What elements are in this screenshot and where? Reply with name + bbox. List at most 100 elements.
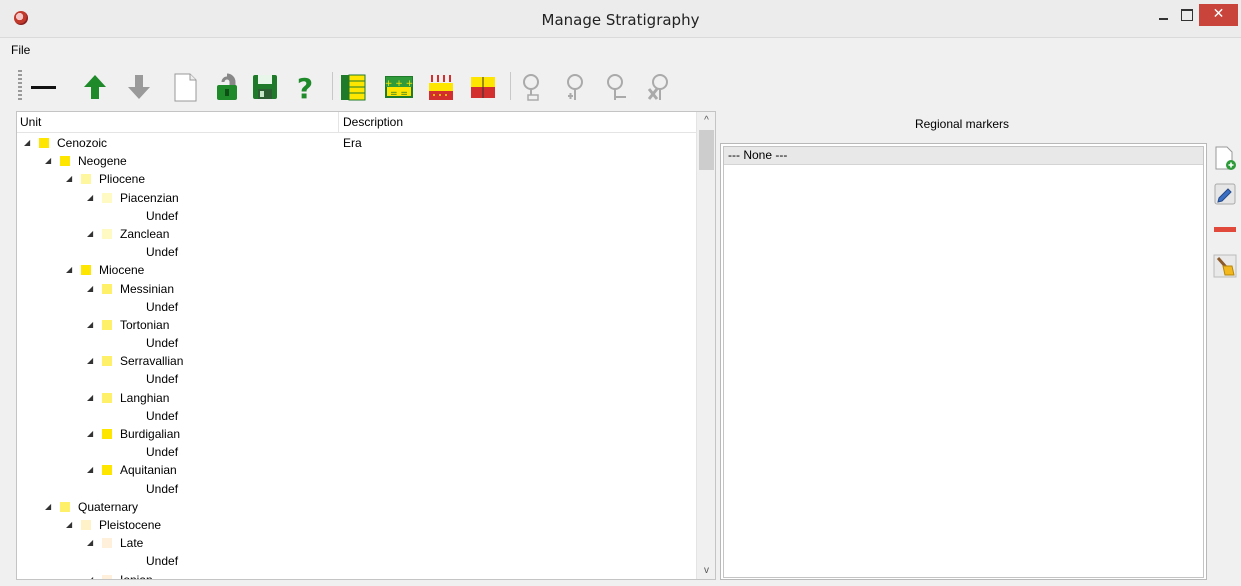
new-button[interactable] <box>170 71 200 103</box>
clear-markers-icon <box>1213 254 1237 278</box>
expand-toggle-icon[interactable]: ◢ <box>87 320 93 329</box>
unit-label: Late <box>120 536 144 551</box>
split-layer-button[interactable] <box>468 71 498 103</box>
unit-label: Ionian <box>120 572 153 580</box>
tree-row[interactable]: ◢ Piacenzian <box>17 189 696 207</box>
toolbar-separator <box>510 72 511 100</box>
expand-toggle-icon[interactable]: ◢ <box>66 520 72 529</box>
scroll-up-arrow[interactable]: ^ <box>697 112 715 129</box>
regional-markers-list[interactable]: --- None --- <box>723 146 1204 578</box>
move-up-button[interactable] <box>80 71 110 103</box>
svg-text:?: ? <box>297 72 313 103</box>
move-down-button[interactable] <box>124 71 154 103</box>
tree-row[interactable]: ◢ Quaternary <box>17 498 696 516</box>
marker-add-icon <box>567 74 583 100</box>
list-item[interactable]: --- None --- <box>724 147 1203 165</box>
tree-row[interactable]: ◢ Ionian <box>17 571 696 580</box>
tree-row[interactable]: ◢ Aquitanian <box>17 461 696 479</box>
expand-toggle-icon[interactable]: ◢ <box>87 575 93 580</box>
save-button[interactable] <box>250 71 280 103</box>
expand-toggle-icon[interactable]: ◢ <box>66 174 72 183</box>
tree-row[interactable]: ◢ Messinian <box>17 280 696 298</box>
unit-color-swatch <box>60 501 70 512</box>
add-marker-button[interactable] <box>1212 145 1238 171</box>
marker-button[interactable] <box>518 71 548 103</box>
tree-row[interactable]: ◢ Tortonian <box>17 316 696 334</box>
color-column-button[interactable] <box>338 71 368 103</box>
unit-color-swatch <box>102 319 112 330</box>
expand-toggle-icon[interactable]: ◢ <box>45 156 51 165</box>
tree-row[interactable]: ◢ Late <box>17 534 696 552</box>
regional-markers-panel: --- None --- <box>720 143 1207 580</box>
title-bar: Manage Stratigraphy ✕ <box>0 0 1241 38</box>
unit-color-swatch <box>81 265 91 276</box>
tree-scrollbar[interactable]: ^ v <box>696 112 715 579</box>
expand-toggle-icon[interactable]: ◢ <box>87 193 93 202</box>
regional-markers-title: Regional markers <box>914 117 1010 131</box>
expand-toggle-icon[interactable]: ◢ <box>45 502 51 511</box>
tree-row[interactable]: ◢ Zanclean <box>17 225 696 243</box>
menu-file[interactable]: File <box>11 43 30 57</box>
tree-row[interactable]: ◢ Miocene <box>17 261 696 279</box>
line-button[interactable] <box>28 71 58 103</box>
stratigraphy-tree: ◢ Cenozoic Era ◢ Neogene ◢ Pliocene ◢ Piacenzian… <box>17 134 696 580</box>
tree-row[interactable]: Undef <box>17 552 696 570</box>
unit-label: Undef <box>146 372 179 387</box>
marker-remove-button[interactable] <box>602 71 632 103</box>
marker-icon <box>523 74 539 101</box>
line-icon <box>31 86 56 89</box>
tree-row[interactable]: Undef <box>17 443 696 461</box>
unit-label: Pleistocene <box>99 517 162 532</box>
toolbar-grip[interactable] <box>18 70 22 102</box>
tree-row[interactable]: ◢ Neogene <box>17 152 696 170</box>
clear-markers-button[interactable] <box>1212 253 1238 279</box>
column-header-unit[interactable]: Unit <box>17 112 339 133</box>
expand-toggle-icon[interactable]: ◢ <box>24 138 30 147</box>
marker-delete-button[interactable] <box>644 71 674 103</box>
tree-row[interactable]: Undef <box>17 407 696 425</box>
tree-row[interactable]: Undef <box>17 480 696 498</box>
unit-color-swatch <box>39 138 49 148</box>
split-layer-icon <box>471 77 495 98</box>
maximize-button[interactable] <box>1176 4 1198 26</box>
expand-toggle-icon[interactable]: ◢ <box>87 284 93 293</box>
pattern-layers-button[interactable] <box>426 71 456 103</box>
unit-color-swatch <box>102 356 112 367</box>
minimize-button[interactable] <box>1153 4 1175 26</box>
unit-label: Pliocene <box>99 172 146 187</box>
expand-toggle-icon[interactable]: ◢ <box>87 229 93 238</box>
unit-label: Langhian <box>120 390 170 405</box>
arrow-up-icon <box>84 75 106 99</box>
edit-marker-button[interactable] <box>1212 181 1238 207</box>
help-button[interactable]: ? <box>290 71 320 103</box>
scroll-thumb[interactable] <box>699 130 714 170</box>
unit-color-swatch <box>81 174 91 185</box>
marker-add-button[interactable] <box>560 71 590 103</box>
unit-label: Serravallian <box>120 354 184 369</box>
tree-row[interactable]: ◢ Serravallian <box>17 352 696 370</box>
tree-row[interactable]: Undef <box>17 370 696 388</box>
tree-row[interactable]: ◢ Cenozoic Era <box>17 134 696 152</box>
expand-toggle-icon[interactable]: ◢ <box>66 265 72 274</box>
tree-row[interactable]: ◢ Pliocene <box>17 170 696 188</box>
tree-row[interactable]: Undef <box>17 207 696 225</box>
column-header-description[interactable]: Description <box>339 112 696 133</box>
unlock-button[interactable] <box>212 71 242 103</box>
remove-marker-button[interactable] <box>1212 217 1238 243</box>
expand-toggle-icon[interactable]: ◢ <box>87 393 93 402</box>
tree-row[interactable]: ◢ Pleistocene <box>17 516 696 534</box>
unit-label: Burdigalian <box>120 427 181 441</box>
tree-row[interactable]: ◢ Langhian <box>17 389 696 407</box>
unit-label: Piacenzian <box>120 190 179 205</box>
tree-row[interactable]: Undef <box>17 298 696 316</box>
tree-row[interactable]: Undef <box>17 243 696 261</box>
layer-symbols-button[interactable]: + + + = = <box>384 71 414 103</box>
expand-toggle-icon[interactable]: ◢ <box>87 429 93 438</box>
close-button[interactable]: ✕ <box>1199 4 1238 26</box>
tree-row[interactable]: Undef <box>17 334 696 352</box>
expand-toggle-icon[interactable]: ◢ <box>87 356 93 365</box>
tree-row[interactable]: ◢ Burdigalian <box>17 425 696 443</box>
expand-toggle-icon[interactable]: ◢ <box>87 538 93 547</box>
expand-toggle-icon[interactable]: ◢ <box>87 465 93 474</box>
scroll-down-arrow[interactable]: v <box>697 562 715 579</box>
